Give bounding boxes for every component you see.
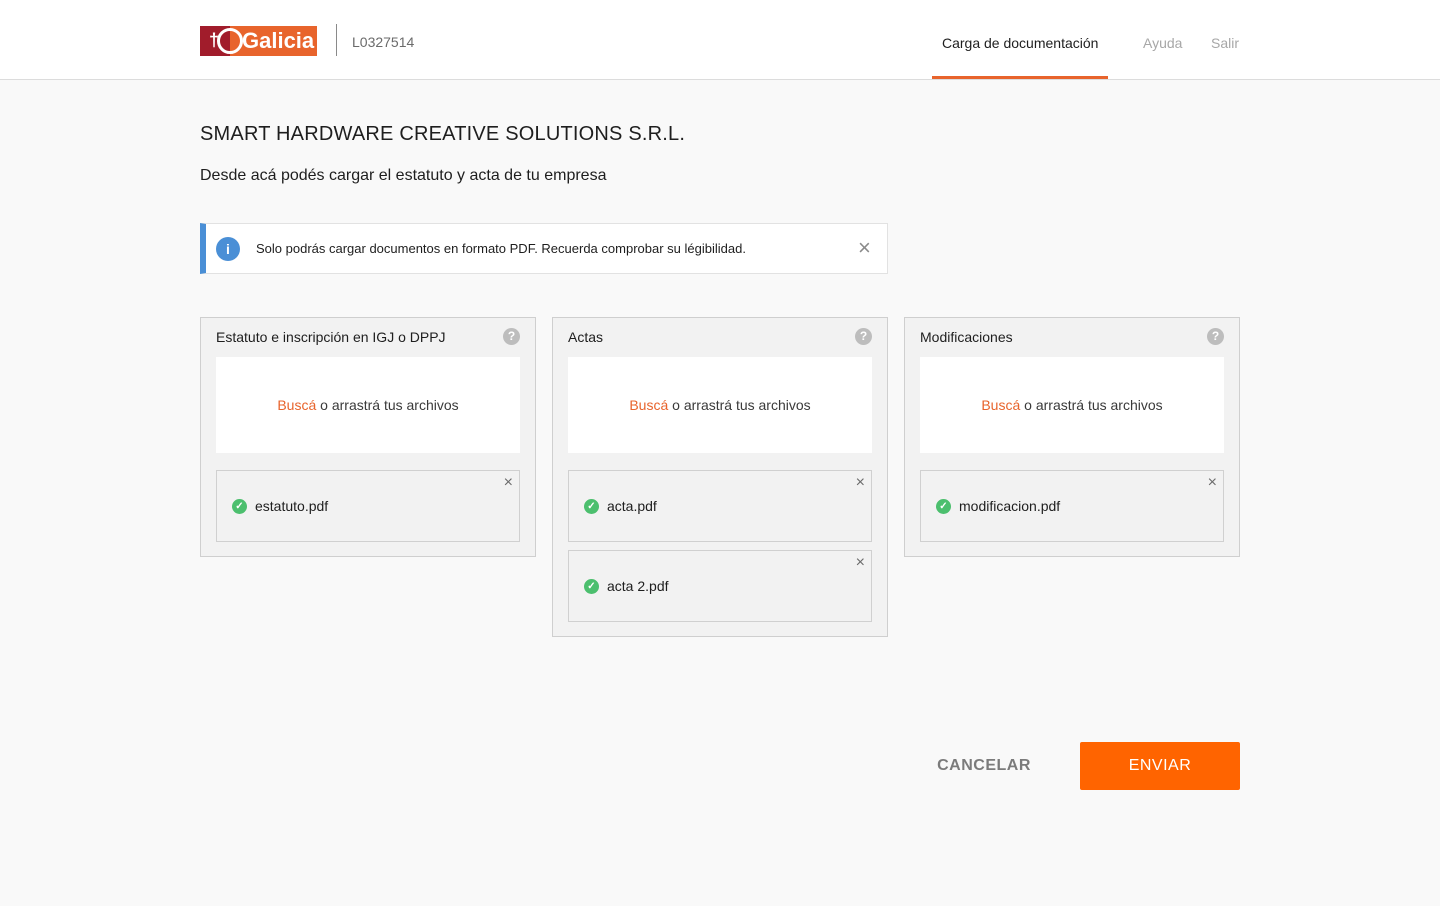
remove-file-icon[interactable]: ×	[856, 554, 865, 572]
file-dropzone[interactable]: Buscá o arrastrá tus archivos	[920, 357, 1224, 453]
nav-active-indicator	[932, 76, 1108, 79]
alert-message: Solo podrás cargar documentos en formato…	[256, 241, 746, 256]
section-title: Modificaciones	[920, 329, 1013, 345]
section-title: Estatuto e inscripción en IGJ o DPPJ	[216, 329, 446, 345]
section-minutes: Actas ? Buscá o arrastrá tus archivos ✓ …	[552, 317, 888, 637]
file-name: acta.pdf	[607, 498, 657, 514]
help-icon[interactable]: ?	[1207, 328, 1224, 345]
send-button[interactable]: ENVIAR	[1080, 742, 1240, 790]
uploaded-file: ✓ acta 2.pdf ×	[568, 550, 872, 622]
cancel-button[interactable]: CANCELAR	[920, 742, 1048, 790]
section-title: Actas	[568, 329, 604, 345]
header-divider	[336, 24, 337, 56]
help-icon[interactable]: ?	[855, 328, 872, 345]
check-icon: ✓	[584, 579, 599, 594]
dropzone-text: o arrastrá tus archivos	[316, 397, 459, 413]
info-alert: i Solo podrás cargar documentos en forma…	[200, 223, 888, 274]
file-name: estatuto.pdf	[255, 498, 329, 514]
remove-file-icon[interactable]: ×	[856, 474, 865, 492]
galicia-logo[interactable]: † Galicia	[200, 26, 317, 56]
page-subtitle: Desde acá podés cargar el estatuto y act…	[200, 167, 607, 184]
company-name: SMART HARDWARE CREATIVE SOLUTIONS S.R.L.	[200, 123, 686, 145]
nav-document-upload[interactable]: Carga de documentación	[942, 35, 1098, 51]
check-icon: ✓	[936, 499, 951, 514]
browse-link[interactable]: Buscá	[629, 397, 668, 413]
nav-logout[interactable]: Salir	[1211, 35, 1239, 51]
uploaded-file: ✓ modificacion.pdf ×	[920, 470, 1224, 542]
logo-wordmark: Galicia	[230, 26, 317, 56]
check-icon: ✓	[232, 499, 247, 514]
section-modifications: Modificaciones ? Buscá o arrastrá tus ar…	[904, 317, 1240, 557]
user-id: L0327514	[352, 34, 415, 50]
dropzone-text: o arrastrá tus archivos	[1020, 397, 1163, 413]
info-icon: i	[216, 237, 240, 261]
uploaded-file: ✓ acta.pdf ×	[568, 470, 872, 542]
logo-mark-icon: †	[200, 26, 243, 56]
remove-file-icon[interactable]: ×	[504, 474, 513, 492]
check-icon: ✓	[584, 499, 599, 514]
file-dropzone[interactable]: Buscá o arrastrá tus archivos	[216, 357, 520, 453]
file-dropzone[interactable]: Buscá o arrastrá tus archivos	[568, 357, 872, 453]
top-header: † Galicia L0327514 Carga de documentació…	[0, 0, 1440, 80]
help-icon[interactable]: ?	[503, 328, 520, 345]
file-name: modificacion.pdf	[959, 498, 1061, 514]
close-icon[interactable]: ×	[858, 237, 871, 259]
uploaded-file: ✓ estatuto.pdf ×	[216, 470, 520, 542]
browse-link[interactable]: Buscá	[277, 397, 316, 413]
nav-help[interactable]: Ayuda	[1143, 35, 1182, 51]
section-statute: Estatuto e inscripción en IGJ o DPPJ ? B…	[200, 317, 536, 557]
dropzone-text: o arrastrá tus archivos	[668, 397, 811, 413]
browse-link[interactable]: Buscá	[981, 397, 1020, 413]
file-name: acta 2.pdf	[607, 578, 669, 594]
remove-file-icon[interactable]: ×	[1208, 474, 1217, 492]
